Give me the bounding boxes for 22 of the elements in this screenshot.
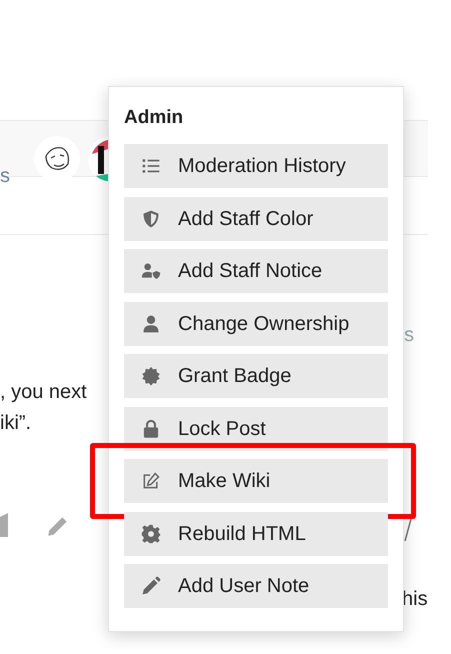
user-icon (141, 314, 161, 334)
menu-item[interactable]: Add Staff Notice (124, 249, 388, 293)
gear-icon (141, 524, 161, 544)
menu-item[interactable]: Rebuild HTML (124, 512, 388, 556)
menu-item[interactable]: Change Ownership (124, 302, 388, 346)
badge-icon (141, 366, 161, 386)
fragment-text: s (404, 325, 414, 345)
slash-mark (404, 519, 412, 541)
menu-item[interactable]: Grant Badge (124, 354, 388, 398)
pencil-icon (141, 576, 161, 596)
post-text: , you next (0, 382, 87, 402)
fragment-text: s (0, 166, 10, 186)
menu-item[interactable]: Make Wiki (124, 459, 388, 503)
menu-title: Admin (124, 106, 184, 130)
menu-item[interactable]: Moderation History (124, 144, 388, 188)
post-text: iki”. (0, 413, 32, 433)
shield-icon (141, 208, 161, 228)
lock-icon (141, 418, 161, 438)
user-shield-icon (141, 261, 161, 281)
menu-item[interactable]: Add Staff Color (124, 196, 388, 240)
edit-icon (141, 471, 161, 491)
menu-item[interactable]: Add User Note (124, 564, 388, 608)
